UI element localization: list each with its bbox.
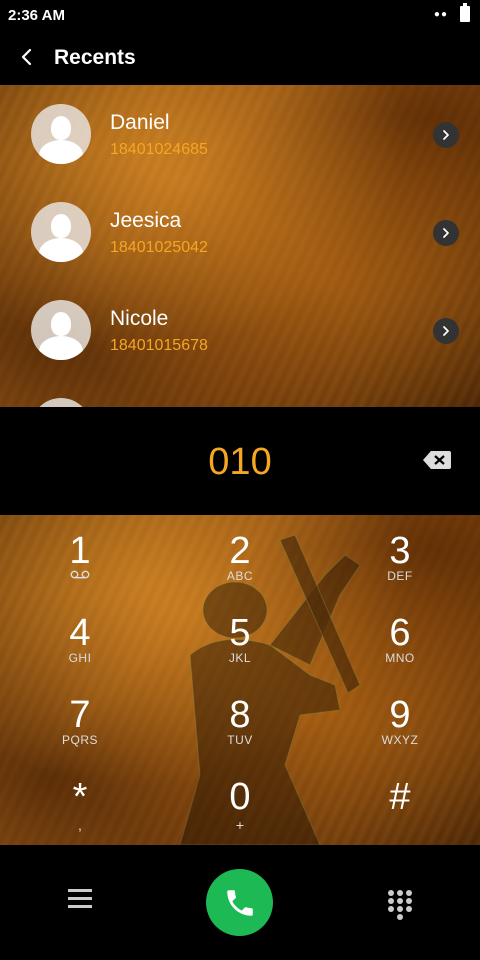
key-letters: WXYZ	[381, 733, 419, 747]
key-digit: 8	[229, 694, 251, 736]
key-digit: 2	[229, 530, 251, 572]
call-button[interactable]	[206, 869, 273, 936]
key-1[interactable]: 1	[20, 515, 140, 597]
key-letters: PQRS	[61, 733, 98, 747]
key-letters: GHI	[68, 651, 92, 665]
status-bar: 2:36 AM ●●	[0, 0, 480, 32]
status-time: 2:36 AM	[8, 7, 65, 24]
contact-row-partial[interactable]	[0, 379, 480, 407]
key-letters: TUV	[227, 733, 253, 747]
page-title: Recents	[54, 46, 136, 69]
key-5[interactable]: 5 JKL	[180, 597, 300, 679]
key-digit: 0	[229, 776, 251, 818]
contact-detail-button[interactable]	[433, 122, 459, 148]
notification-dots-icon: ●●	[433, 8, 448, 20]
phone-icon	[226, 889, 253, 916]
battery-icon	[460, 3, 470, 22]
contact-name: Jeesica	[110, 209, 182, 232]
contact-row-daniel[interactable]: Daniel 18401024685	[0, 85, 480, 183]
backspace-icon[interactable]	[422, 449, 452, 471]
contact-name: Nicole	[110, 307, 169, 330]
contact-detail-button[interactable]	[433, 318, 459, 344]
key-letters: JKL	[228, 651, 252, 665]
contact-detail-button[interactable]	[433, 220, 459, 246]
key-digit: 1	[69, 530, 91, 572]
key-star[interactable]: * ,	[20, 761, 140, 843]
key-digit: 5	[229, 612, 251, 654]
back-button[interactable]	[12, 42, 42, 72]
bottom-bar	[0, 845, 480, 960]
key-letters: ABC	[226, 569, 254, 583]
key-letters: MNO	[385, 651, 415, 665]
key-8[interactable]: 8 TUV	[180, 679, 300, 761]
number-entry-bar: 010	[0, 407, 480, 515]
key-digit: *	[72, 776, 88, 818]
key-digit: 9	[389, 694, 411, 736]
app-bar: Recents	[0, 32, 480, 85]
contact-name: Daniel	[110, 111, 170, 134]
status-icons: ●●	[433, 3, 470, 22]
avatar	[31, 104, 91, 164]
dialpad-toggle-icon[interactable]	[388, 890, 412, 920]
key-letters: ,	[78, 817, 82, 833]
key-4[interactable]: 4 GHI	[20, 597, 140, 679]
contact-number: 18401015678	[110, 337, 208, 354]
avatar	[31, 202, 91, 262]
key-digit: 4	[69, 612, 91, 654]
key-0[interactable]: 0 +	[180, 761, 300, 843]
chevron-right-icon	[443, 326, 449, 336]
key-2[interactable]: 2 ABC	[180, 515, 300, 597]
key-digit: 3	[389, 530, 411, 572]
key-3[interactable]: 3 DEF	[340, 515, 460, 597]
menu-button[interactable]	[68, 889, 92, 909]
key-digit: #	[389, 776, 411, 818]
key-9[interactable]: 9 WXYZ	[340, 679, 460, 761]
contact-number: 18401024685	[110, 141, 208, 158]
key-7[interactable]: 7 PQRS	[20, 679, 140, 761]
key-digit: 6	[389, 612, 411, 654]
contact-row-nicole[interactable]: Nicole 18401015678	[0, 281, 480, 379]
contact-number: 18401025042	[110, 239, 208, 256]
key-6[interactable]: 6 MNO	[340, 597, 460, 679]
dial-keypad: 1 2 ABC 3 DEF 4 GHI 5 JKL 6 MNO 7 PQRS 8…	[0, 515, 480, 845]
key-digit: 7	[69, 694, 91, 736]
entered-number[interactable]: 010	[0, 441, 480, 484]
recents-list[interactable]: Daniel 18401024685 Jeesica 18401025042 N…	[0, 85, 480, 407]
back-arrow-icon	[21, 48, 32, 66]
chevron-right-icon	[443, 228, 449, 238]
key-letters: DEF	[387, 569, 413, 583]
key-hash[interactable]: #	[340, 761, 460, 843]
avatar	[31, 398, 91, 407]
key-letters: +	[235, 817, 245, 833]
avatar	[31, 300, 91, 360]
contact-row-jeesica[interactable]: Jeesica 18401025042	[0, 183, 480, 281]
chevron-right-icon	[443, 130, 449, 140]
